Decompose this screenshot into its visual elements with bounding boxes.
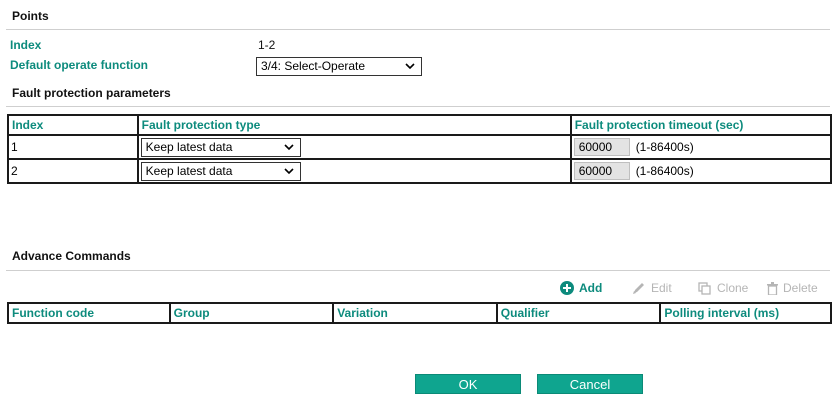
chevron-down-icon — [284, 143, 294, 150]
default-operate-label: Default operate function — [10, 58, 149, 72]
column-header-index: Index — [7, 114, 139, 136]
column-header-variation: Variation — [332, 302, 498, 324]
edit-button[interactable]: Edit — [632, 281, 672, 295]
timeout-range: (1-86400s) — [635, 164, 694, 178]
fault-type-cell: Keep latest data — [136, 158, 572, 184]
advance-section-title: Advance Commands — [12, 249, 131, 263]
fault-type-select[interactable]: Keep latest data — [140, 137, 301, 157]
pencil-icon — [633, 282, 644, 294]
column-header-fault-type: Fault protection type — [136, 114, 572, 136]
clone-label: Clone — [717, 281, 749, 295]
clone-icon — [698, 281, 711, 295]
ok-button[interactable]: OK — [415, 374, 521, 394]
edit-label: Edit — [651, 281, 672, 295]
default-operate-select[interactable]: 3/4: Select-Operate — [256, 57, 422, 76]
clone-button[interactable]: Clone — [698, 281, 748, 295]
add-button[interactable]: Add — [560, 281, 602, 295]
column-header-qualifier: Qualifier — [495, 302, 662, 324]
timeout-range: (1-86400s) — [635, 140, 694, 154]
table-row: 2 Keep latest data 60000 (1-86400s) — [7, 158, 833, 184]
column-header-timeout: Fault protection timeout (sec) — [569, 114, 833, 136]
row-index: 1 — [7, 134, 139, 160]
delete-label: Delete — [783, 281, 818, 295]
add-label: Add — [579, 281, 603, 295]
timeout-cell: 60000 (1-86400s) — [569, 134, 833, 160]
fault-type-select-value: Keep latest data — [145, 163, 233, 178]
timeout-cell: 60000 (1-86400s) — [569, 158, 833, 184]
fault-type-select[interactable]: Keep latest data — [140, 161, 301, 181]
divider — [6, 29, 830, 30]
cancel-button[interactable]: Cancel — [537, 374, 643, 394]
delete-button[interactable]: Delete — [767, 281, 818, 295]
chevron-down-icon — [284, 167, 294, 174]
default-operate-select-value: 3/4: Select-Operate — [261, 59, 366, 73]
fault-type-select-value: Keep latest data — [145, 139, 233, 154]
timeout-input[interactable]: 60000 — [573, 162, 630, 180]
column-header-group: Group — [168, 302, 335, 324]
timeout-input[interactable]: 60000 — [573, 138, 630, 156]
column-header-function-code: Function code — [7, 302, 171, 324]
plus-circle-icon — [560, 281, 574, 295]
fault-type-cell: Keep latest data — [136, 134, 572, 160]
points-section-title: Points — [12, 9, 49, 23]
fault-table: Index Fault protection type Fault protec… — [7, 114, 833, 184]
divider — [6, 106, 830, 107]
advance-commands-table: Function code Group Variation Qualifier … — [7, 302, 832, 324]
row-index: 2 — [7, 158, 139, 184]
chevron-down-icon — [405, 63, 415, 70]
column-header-polling-interval: Polling interval (ms) — [659, 302, 832, 324]
index-label: Index — [10, 38, 42, 52]
fault-section-title: Fault protection parameters — [12, 86, 171, 100]
table-row: 1 Keep latest data 60000 (1-86400s) — [7, 134, 833, 160]
index-value: 1-2 — [258, 38, 276, 52]
divider — [6, 270, 830, 271]
trash-icon — [767, 281, 778, 295]
